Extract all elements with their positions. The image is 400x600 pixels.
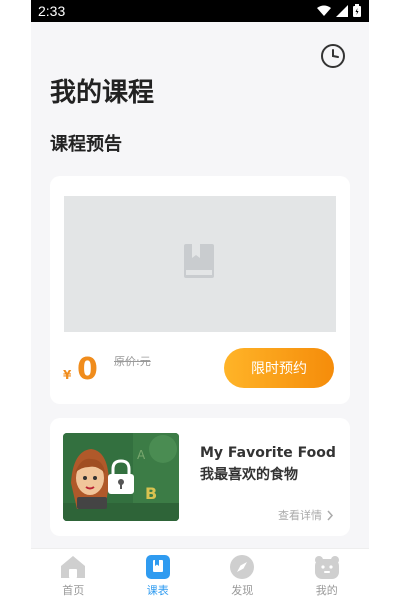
tab-profile[interactable]: 我的 <box>285 549 370 600</box>
view-details-link[interactable]: 查看详情 <box>278 507 334 523</box>
battery-icon <box>353 4 361 17</box>
tab-label-profile: 我的 <box>315 584 338 597</box>
bookmark-placeholder-icon <box>184 244 214 278</box>
chevron-right-icon <box>327 510 334 520</box>
home-icon <box>61 556 86 578</box>
course-item-card[interactable]: B A My Favorite Food 我最喜欢的食物 查看详情 <box>50 418 350 536</box>
compass-icon <box>230 555 255 579</box>
lock-icon <box>108 459 134 494</box>
course-preview-card[interactable]: ¥ 0 原价:元 限时预约 <box>50 176 350 404</box>
reserve-button[interactable]: 限时预约 <box>224 348 334 388</box>
signal-icon <box>336 4 348 17</box>
schedule-icon <box>145 555 170 579</box>
image-placeholder <box>64 196 336 332</box>
app-screen: 2:33 我的课程 课程预告 ¥ 0 原价:元 限时预约 B A My Favo… <box>31 0 369 600</box>
course-thumbnail: B A <box>63 433 179 521</box>
tab-discover[interactable]: 发现 <box>200 549 285 600</box>
status-icons <box>317 4 361 17</box>
tab-label-schedule: 课表 <box>146 584 169 597</box>
bottom-tab-bar: 首页 课表 发现 我的 <box>31 548 369 600</box>
section-title: 课程预告 <box>50 134 122 155</box>
tab-label-home: 首页 <box>62 584 85 597</box>
original-price: 原价:元 <box>114 355 151 368</box>
svg-text:B: B <box>145 484 157 503</box>
tab-schedule[interactable]: 课表 <box>116 549 201 600</box>
course-title: My Favorite Food 我最喜欢的食物 <box>200 445 336 483</box>
profile-icon <box>314 556 339 579</box>
history-clock-icon[interactable] <box>320 43 346 69</box>
price-value: 0 <box>77 352 98 387</box>
price-currency: ¥ <box>63 368 72 382</box>
page-title: 我的课程 <box>50 78 155 108</box>
tab-home[interactable]: 首页 <box>31 549 116 600</box>
status-time: 2:33 <box>38 3 66 19</box>
svg-text:A: A <box>137 448 146 462</box>
view-details-label: 查看详情 <box>278 509 322 522</box>
wifi-icon <box>317 5 331 16</box>
status-bar: 2:33 <box>31 0 369 22</box>
tab-label-discover: 发现 <box>231 584 254 597</box>
